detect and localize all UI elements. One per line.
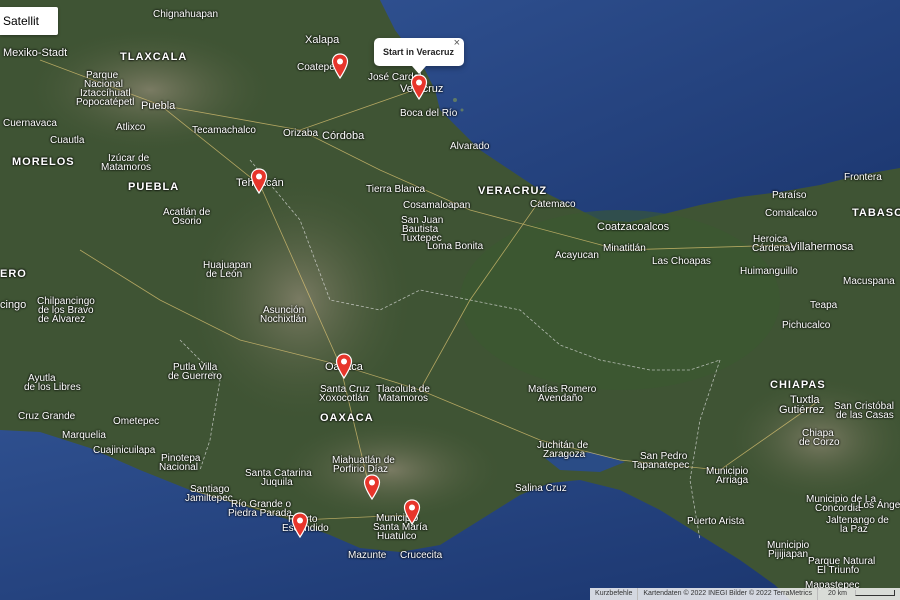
place-label: Los Ángeles [858,500,900,511]
place-label: Huatulco [377,531,417,542]
state-label-tabasco: TABASCO [852,207,900,219]
place-label: Boca del Río [400,108,458,119]
state-label-chiapas: CHIAPAS [770,379,826,391]
place-label: Gutiérrez [779,404,825,416]
lowland-forest [460,210,780,390]
place-label: Cruz Grande [18,411,76,422]
scale-indicator[interactable]: 20 km [816,588,900,600]
place-label: Jamiltepec [185,493,233,504]
state-label-guerrero: ERO [0,268,27,280]
place-label: Puerto Arista [687,516,745,527]
place-label: Tapanatepec [632,460,690,471]
info-window: Start in Veracruz × [374,37,464,74]
place-label: Nacional [159,462,198,473]
place-label: Minatitlán [603,243,646,254]
map-pin-icon[interactable] [250,168,268,194]
place-label: Cárdenas [752,243,796,254]
place-label: Las Choapas [652,256,711,267]
map-attribution: Kartendaten © 2022 INEGI Bilder © 2022 T… [637,588,817,600]
map-pin-icon[interactable] [291,512,309,538]
place-label: Villahermosa [790,241,854,253]
map-footer: Kurzbefehle Kartendaten © 2022 INEGI Bil… [590,588,900,600]
place-label: Osorio [172,216,202,227]
place-label: Cuajinicuilapa [93,445,156,456]
place-label: Comalcalco [765,208,818,219]
reef-island [453,98,457,102]
place-label: Frontera [844,172,882,183]
close-icon[interactable]: × [454,29,460,57]
place-label: cingo [0,299,27,311]
state-label-morelos: MORELOS [12,156,75,168]
place-label: Macuspana [843,276,895,287]
place-label: la Paz [840,524,868,535]
place-label: Catemaco [530,199,576,210]
place-label: Popocatépetl [76,97,135,108]
state-label-tlaxcala: TLAXCALA [120,51,188,63]
place-label: Xalapa [305,34,340,46]
place-label: Cuernavaca [3,118,57,129]
place-label: Ometepec [113,416,160,427]
state-label-puebla: PUEBLA [128,181,180,193]
place-label: Xoxocotlán [319,393,369,404]
scale-label: 20 km [827,590,847,597]
place-label: Teapa [810,300,838,311]
place-label: Matamoros [101,162,152,173]
sierra-sur [280,420,500,520]
place-label: Chignahuapan [153,9,219,20]
place-label: de las Casas [836,410,894,421]
state-label-oaxaca: OAXACA [320,412,374,424]
place-label: Crucecita [400,550,443,561]
place-label: de Álvarez [38,314,86,325]
place-label: Nochixtlán [260,314,307,325]
place-label: Tierra Blanca [366,184,426,195]
place-label: Paraíso [772,190,807,201]
place-label: Huimanguillo [740,266,798,277]
place-label: de Corzo [799,437,840,448]
place-label: Marquelia [62,430,106,441]
map-type-button[interactable]: Satellit [0,7,58,35]
scale-bar [855,590,895,597]
place-label: Puebla [141,100,176,112]
keyboard-shortcuts-link[interactable]: Kurzbefehle [590,588,637,600]
place-label: Piedra Parada [228,508,292,519]
info-window-title: Start in Veracruz [383,47,455,57]
place-label: Zaragoza [543,449,586,460]
place-label: Avendaño [538,393,583,404]
place-label: Tecamachalco [192,125,256,136]
place-label: de Guerrero [168,371,222,382]
place-label: Salina Cruz [515,483,567,494]
place-label: Pijijiapan [768,549,809,560]
place-label: Cosamaloapan [403,200,471,211]
place-label: de los Libres [24,382,81,393]
map-pin-icon[interactable] [331,53,349,79]
map-pin-icon[interactable] [403,499,421,525]
place-label: Alvarado [450,141,490,152]
place-label: Mazunte [348,550,387,561]
map-pin-icon[interactable] [410,74,428,100]
place-label: Juquila [261,477,293,488]
place-label: Loma Bonita [427,241,484,252]
place-label: Atlixco [116,122,146,133]
reef-island [460,108,464,112]
place-label: Concordia [815,503,861,514]
map-pin-icon[interactable] [335,353,353,379]
place-label: Cuautla [50,135,85,146]
satellite-map[interactable] [0,0,900,600]
place-label: Mexiko-Stadt [3,47,68,59]
place-label: El Triunfo [817,565,860,576]
place-label: de León [206,269,243,280]
place-label: Córdoba [322,130,365,142]
place-label: Acayucan [555,250,599,261]
map-pin-icon[interactable] [363,474,381,500]
place-label: Coatzacoalcos [597,221,670,233]
place-label: Matamoros [378,393,429,404]
place-label: Arriaga [716,475,749,486]
place-label: Pichucalco [782,320,831,331]
state-label-veracruz: VERACRUZ [478,185,548,197]
place-label: Orizaba [283,128,319,139]
